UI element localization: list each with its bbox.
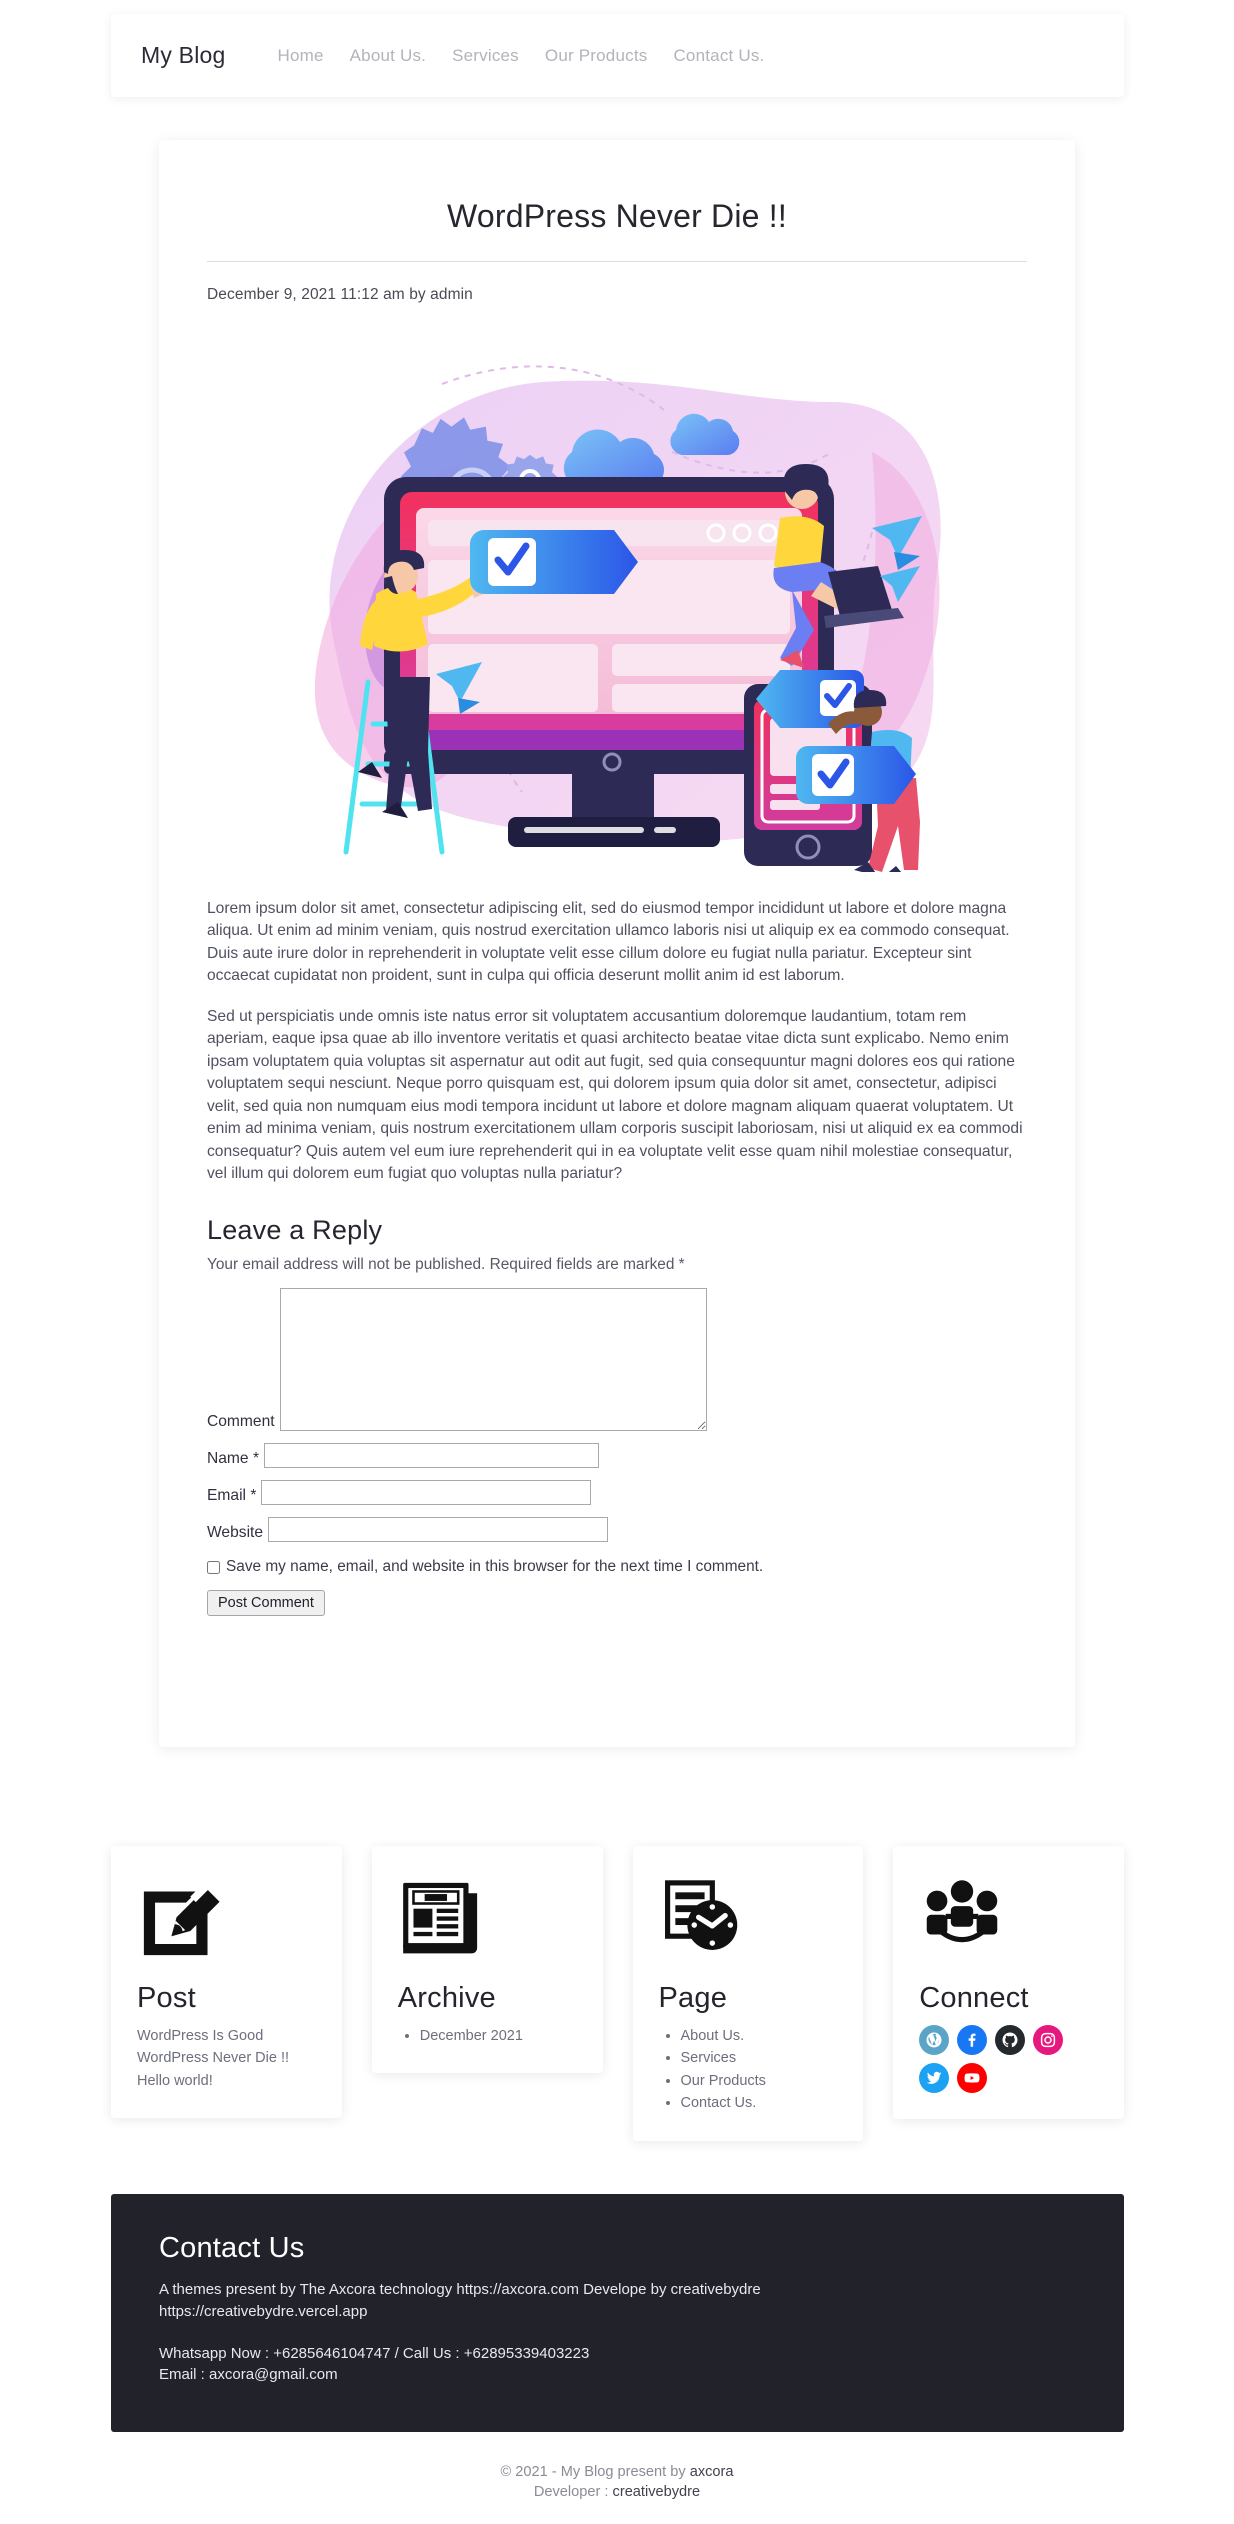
article-card: WordPress Never Die !! December 9, 2021 … (159, 140, 1075, 1747)
article-paragraph-2: Sed ut perspiciatis unde omnis iste natu… (207, 1007, 1023, 1182)
site-brand[interactable]: My Blog (141, 42, 225, 69)
widget-archive-title: Archive (397, 1982, 496, 2014)
copyright-brand: axcora (689, 2464, 734, 2480)
nav-links: Home About Us. Services Our Products Con… (277, 46, 764, 66)
comment-input[interactable] (279, 1288, 707, 1432)
hero-illustration-wrap (207, 332, 1027, 872)
comment-field-row: Comment (207, 1288, 1027, 1432)
widget-page-list: About Us. Services Our Products Contact … (659, 2025, 838, 2115)
newspaper-icon (398, 1876, 577, 1968)
widget-post-lines: WordPress Is Good WordPress Never Die !!… (137, 2025, 316, 2092)
widget-page-title: Page (658, 1982, 728, 2014)
post-meta: December 9, 2021 11:12 am by admin (207, 286, 473, 303)
people-group-icon (919, 1876, 1098, 1968)
website-field-row: Website (207, 1517, 1027, 1543)
post-line-2[interactable]: WordPress Never Die !! (137, 2047, 316, 2069)
list-item[interactable]: Our Products (681, 2070, 838, 2092)
nav-link-home[interactable]: Home (277, 46, 323, 66)
title-divider (207, 261, 1027, 262)
copyright-line-1: © 2021 - My Blog present by axcora (0, 2462, 1234, 2482)
post-line-1[interactable]: WordPress Is Good (137, 2025, 316, 2047)
save-info-label: Save my name, email, and website in this… (226, 1558, 764, 1576)
nav-link-contact[interactable]: Contact Us. (673, 46, 764, 66)
list-item[interactable]: December 2021 (420, 2025, 577, 2047)
website-input[interactable] (268, 1517, 609, 1543)
footer-widgets: Post WordPress Is Good WordPress Never D… (111, 1846, 1124, 2141)
widget-archive-list: December 2021 (398, 2025, 577, 2047)
website-label: Website (207, 1523, 264, 1541)
list-item[interactable]: Contact Us. (681, 2092, 838, 2114)
facebook-icon[interactable] (957, 2025, 988, 2055)
leave-reply-heading: Leave a Reply (207, 1215, 383, 1246)
save-info-row: Save my name, email, and website in this… (207, 1558, 1027, 1576)
developer-prefix: Developer : (533, 2484, 613, 2501)
post-comment-button[interactable]: Post Comment (207, 1590, 325, 1617)
email-input[interactable] (261, 1480, 592, 1506)
pen-square-icon (137, 1876, 316, 1968)
page-clock-icon (659, 1876, 838, 1968)
widget-post: Post WordPress Is Good WordPress Never D… (111, 1846, 342, 2119)
email-label: Email * (207, 1486, 257, 1504)
youtube-icon[interactable] (957, 2063, 988, 2093)
post-line-3[interactable]: Hello world! (137, 2070, 316, 2092)
widget-connect-title: Connect (919, 1982, 1029, 2014)
nav-link-services[interactable]: Services (452, 46, 519, 66)
twitter-icon[interactable] (919, 2063, 950, 2093)
widget-connect: Connect (893, 1846, 1124, 2119)
name-field-row: Name * (207, 1443, 1027, 1469)
widget-post-title: Post (137, 1982, 196, 2014)
comment-label: Comment (207, 1412, 275, 1430)
name-required-mark: * (252, 1449, 260, 1467)
nav-link-products[interactable]: Our Products (545, 46, 648, 66)
list-item[interactable]: About Us. (681, 2025, 838, 2047)
cross-platform-development-illustration (314, 365, 941, 872)
contact-email-line: Email : axcora@gmail.com (159, 2366, 338, 2384)
copyright-prefix: © 2021 - My Blog present by (500, 2464, 690, 2480)
instagram-icon[interactable] (1033, 2025, 1064, 2055)
article-paragraph-1: Lorem ipsum dolor sit amet, consectetur … (207, 900, 1010, 985)
copyright-line-2: Developer : creativebydre (0, 2482, 1234, 2502)
widget-page: Page About Us. Services Our Products Con… (632, 1846, 864, 2141)
page-title: WordPress Never Die !! (447, 198, 787, 234)
contact-about-line-1: A themes present by The Axcora technolog… (159, 2281, 761, 2298)
social-links (919, 2025, 1079, 2093)
widget-archive: Archive December 2021 (371, 1846, 603, 2074)
copyright-bar: © 2021 - My Blog present by axcora Devel… (0, 2462, 1234, 2502)
wordpress-icon[interactable] (919, 2025, 950, 2055)
developer-name: creativebydre (612, 2484, 701, 2501)
contact-footer: Contact Us A themes present by The Axcor… (111, 2194, 1124, 2432)
email-required-mark: * (250, 1486, 257, 1504)
list-item[interactable]: Services (681, 2047, 838, 2069)
contact-about-line-2: https://creativebydre.vercel.app (159, 2302, 368, 2320)
contact-title: Contact Us (159, 2232, 305, 2264)
github-icon[interactable] (995, 2025, 1026, 2055)
nav-link-about[interactable]: About Us. (350, 46, 426, 66)
reply-note: Your email address will not be published… (207, 1256, 685, 1274)
site-navbar: My Blog Home About Us. Services Our Prod… (111, 14, 1124, 97)
contact-phone-line: Whatsapp Now : +6285646104747 / Call Us … (159, 2344, 590, 2362)
save-info-checkbox[interactable] (207, 1560, 220, 1574)
email-field-row: Email * (207, 1480, 1027, 1506)
name-input[interactable] (264, 1443, 600, 1469)
contact-details: Whatsapp Now : +6285646104747 / Call Us … (159, 2343, 1076, 2387)
name-label: Name * (207, 1449, 260, 1467)
